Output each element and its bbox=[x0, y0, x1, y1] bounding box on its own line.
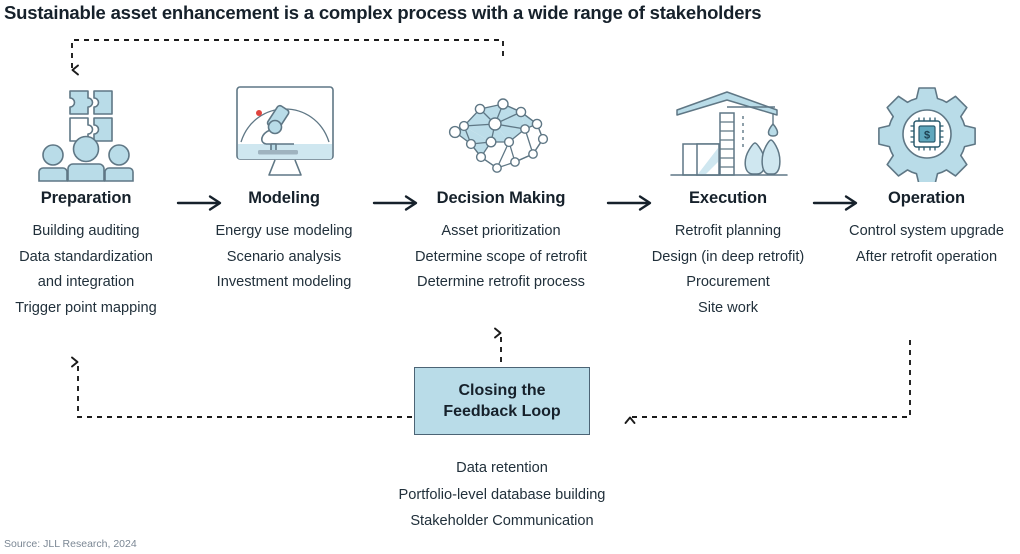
stage-items-modeling: Energy use modeling Scenario analysis In… bbox=[194, 219, 374, 296]
monitor-microscope-icon bbox=[194, 82, 374, 182]
page-title: Sustainable asset enhancement is a compl… bbox=[4, 2, 762, 23]
stage-item: Trigger point mapping bbox=[15, 299, 157, 316]
gear-chip-icon: $ bbox=[833, 82, 1020, 182]
stage-title-decision-making: Decision Making bbox=[436, 189, 566, 207]
people-puzzle-icon bbox=[0, 82, 172, 182]
feedback-item: Data retention bbox=[456, 460, 548, 476]
dashed-route-right bbox=[624, 340, 911, 424]
stage-item: Building auditing bbox=[32, 223, 140, 239]
diagram-canvas: Sustainable asset enhancement is a compl… bbox=[0, 0, 1020, 554]
svg-text:$: $ bbox=[923, 130, 929, 142]
stage-title-operation: Operation bbox=[887, 189, 966, 207]
feedback-item: Stakeholder Communication bbox=[410, 513, 594, 529]
stage-item: Determine retrofit process bbox=[417, 274, 585, 290]
dashed-route-top bbox=[71, 39, 504, 76]
accent-dot bbox=[256, 110, 262, 116]
stage-item: Investment modeling bbox=[216, 274, 352, 290]
stage-items-decision-making: Asset prioritization Determine scope of … bbox=[402, 219, 600, 296]
stage-execution: Execution Retrofit planning Design (in d… bbox=[633, 82, 823, 321]
source-note: Source: JLL Research, 2024 bbox=[4, 538, 137, 550]
stage-title-modeling: Modeling bbox=[248, 189, 320, 207]
stage-item: Design (in deep retrofit) bbox=[651, 248, 805, 265]
feedback-loop-label: Closing the Feedback Loop bbox=[443, 380, 560, 422]
stage-decision-making: Decision Making Asset prioritization Det… bbox=[402, 82, 600, 296]
stage-item: After retrofit operation bbox=[855, 248, 998, 265]
stage-item: Asset prioritization bbox=[441, 223, 561, 239]
stage-preparation: Preparation Building auditing Data stand… bbox=[0, 82, 172, 321]
stage-title-preparation: Preparation bbox=[40, 189, 132, 207]
stage-items-operation: Control system upgrade After retrofit op… bbox=[833, 219, 1020, 270]
stage-title-execution: Execution bbox=[689, 189, 767, 207]
stage-item: Site work bbox=[697, 299, 758, 316]
stage-item: Determine scope of retrofit bbox=[415, 248, 587, 265]
stage-item: and integration bbox=[37, 274, 135, 290]
feedback-loop-items: Data retention Portfolio-level database … bbox=[302, 455, 702, 535]
stage-item: Retrofit planning bbox=[674, 223, 782, 239]
construction-crane-icon bbox=[633, 82, 823, 182]
dashed-route-left bbox=[71, 356, 412, 418]
stage-items-preparation: Building auditing Data standardization a… bbox=[0, 219, 172, 321]
feedback-loop-label-line2: Feedback Loop bbox=[443, 403, 561, 420]
stage-item: Energy use modeling bbox=[215, 223, 353, 239]
stage-item: Data standardization bbox=[19, 248, 153, 265]
stage-item: Scenario analysis bbox=[226, 248, 342, 265]
stage-operation: $ Operation Control system upgrade After… bbox=[833, 82, 1020, 270]
stage-modeling: Modeling Energy use modeling Scenario an… bbox=[194, 82, 374, 296]
stage-items-execution: Retrofit planning Design (in deep retrof… bbox=[633, 219, 823, 321]
stage-item: Control system upgrade bbox=[849, 223, 1004, 239]
brain-network-icon bbox=[402, 82, 600, 182]
stage-item: Procurement bbox=[686, 274, 770, 290]
feedback-loop-label-line1: Closing the bbox=[458, 382, 546, 399]
closing-the-feedback-loop-box: Closing the Feedback Loop bbox=[414, 367, 590, 435]
feedback-item: Portfolio-level database building bbox=[398, 486, 606, 503]
